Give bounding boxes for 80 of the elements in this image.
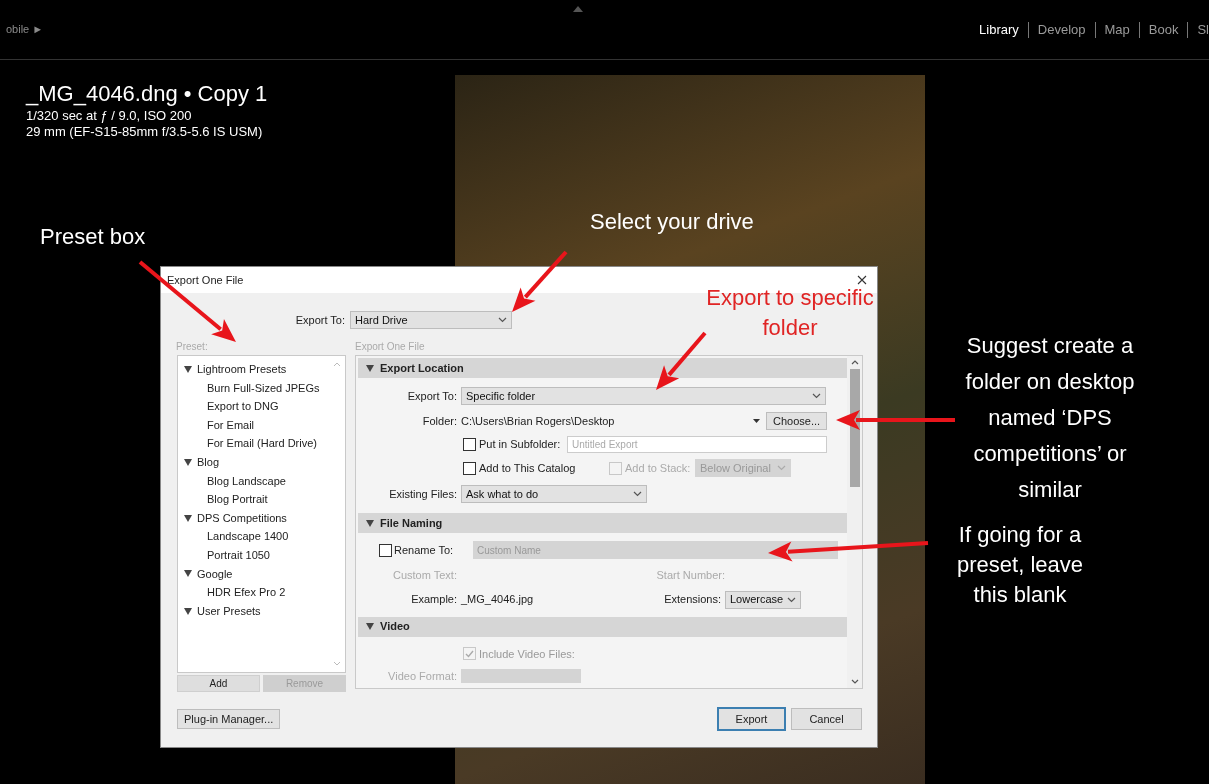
scroll-down-icon	[850, 679, 859, 684]
exposure-info: 1/320 sec at ƒ / 9.0, ISO 200	[26, 108, 193, 124]
field-label: Video Format:	[387, 669, 458, 684]
collapse-arrow-icon	[573, 6, 583, 12]
export-location-dropdown[interactable]: Specific folder	[461, 387, 826, 405]
section-header[interactable]: File Naming	[358, 513, 847, 533]
preset-folder[interactable]: Google	[197, 565, 233, 583]
checkbox-label: Add to Stack:	[625, 460, 692, 476]
dialog-title: Export One File	[167, 272, 244, 288]
section-label: Export One File	[355, 339, 425, 354]
module-tab[interactable]: Develop	[1037, 19, 1086, 40]
preset-item[interactable]: HDR Efex Pro 2	[184, 583, 345, 602]
chevron-down-icon	[787, 596, 796, 603]
field-label: Export To:	[406, 388, 458, 404]
checkbox-label: Include Video Files:	[479, 646, 575, 662]
caret-icon	[753, 419, 760, 423]
module-tab[interactable]: Library	[979, 19, 1019, 40]
preset-item[interactable]: Burn Full-Sized JPEGs	[184, 378, 345, 398]
cancel-button[interactable]: Cancel	[791, 708, 862, 730]
field-label: Start Number:	[655, 568, 725, 583]
preset-item[interactable]: For Email	[184, 415, 345, 435]
chevron-down-icon	[633, 491, 642, 497]
photo-title: _MG_4046.dng • Copy 1	[26, 80, 268, 108]
module-label: obile ►	[6, 22, 44, 38]
preset-folder[interactable]: Lightroom Presets	[197, 361, 287, 378]
checkbox[interactable]	[379, 543, 392, 557]
preset-button[interactable]: Add	[177, 675, 260, 692]
module-tab[interactable]: Sl	[1197, 19, 1209, 40]
extensions-dropdown[interactable]: Lowercase	[725, 590, 801, 609]
scroll-down-icon	[333, 661, 341, 666]
annotation-text: If going for a preset, leave this blank	[956, 521, 1084, 609]
annotation-text: Preset box	[40, 223, 147, 251]
field-label: Example:	[410, 592, 458, 608]
preset-folder[interactable]: User Presets	[197, 602, 261, 620]
export-button[interactable]: Export	[717, 707, 786, 731]
annotation-text: Suggest create a folder on desktop named ‘DPS competitions’ or similar	[964, 332, 1136, 504]
scroll-up-icon	[333, 362, 341, 367]
section-header[interactable]: Export Location	[358, 358, 847, 378]
plugin-manager-button[interactable]: Plug-in Manager...	[177, 709, 281, 729]
section-label: Preset:	[176, 339, 209, 354]
subfolder-field[interactable]: Untitled Export	[567, 436, 827, 453]
preset-item[interactable]: Landscape 1400	[184, 527, 345, 546]
preset-item[interactable]: Blog Landscape	[184, 471, 345, 491]
check-icon	[465, 649, 474, 658]
checkbox-label: Add to This Catalog	[479, 460, 577, 476]
preset-item[interactable]: Portrait 1050	[184, 545, 345, 565]
checkbox-label: Rename To:	[394, 542, 455, 558]
existing-files-dropdown[interactable]: Ask what to do	[461, 485, 647, 503]
checkbox-label: Put in Subfolder:	[479, 437, 562, 453]
scroll-up-icon	[850, 360, 859, 365]
scrollbar[interactable]	[847, 356, 862, 688]
field-label: Extensions:	[663, 592, 722, 608]
checkbox[interactable]	[463, 461, 476, 475]
example-filename: _MG_4046.jpg	[461, 592, 535, 608]
field-label: Export To:	[294, 312, 346, 328]
annotation-text: Export to specific folder	[705, 284, 875, 342]
chevron-down-icon	[498, 317, 507, 323]
preset-item[interactable]: Blog Portrait	[184, 490, 345, 509]
close-icon[interactable]	[857, 275, 867, 285]
field-label: Custom Text:	[392, 568, 458, 583]
arrow	[656, 331, 707, 390]
folder-path: C:\Users\Brian Rogers\Desktop	[461, 413, 616, 429]
lens-info: 29 mm (EF-S15-85mm f/3.5-5.6 IS USM)	[26, 124, 264, 140]
annotation-text: Select your drive	[590, 208, 755, 236]
arrow	[512, 250, 568, 312]
preset-item[interactable]: Export to DNG	[184, 397, 345, 416]
scrollbar-thumb[interactable]	[849, 369, 860, 487]
checkbox[interactable]	[463, 438, 476, 451]
module-tab[interactable]: Book	[1148, 19, 1179, 40]
section-header[interactable]: Video	[358, 616, 847, 637]
preset-folder[interactable]: DPS Competitions	[197, 509, 287, 527]
preset-item[interactable]: For Email (Hard Drive)	[184, 434, 345, 453]
field-label: Folder:	[421, 413, 458, 429]
export-to-dropdown[interactable]: Hard Drive	[350, 311, 512, 329]
choose-button[interactable]: Choose...	[766, 412, 828, 430]
chevron-down-icon	[777, 465, 786, 471]
field-label: Existing Files:	[388, 486, 458, 502]
module-tab[interactable]: Map	[1104, 19, 1130, 40]
preset-folder[interactable]: Blog	[197, 454, 220, 471]
chevron-down-icon	[812, 393, 821, 399]
